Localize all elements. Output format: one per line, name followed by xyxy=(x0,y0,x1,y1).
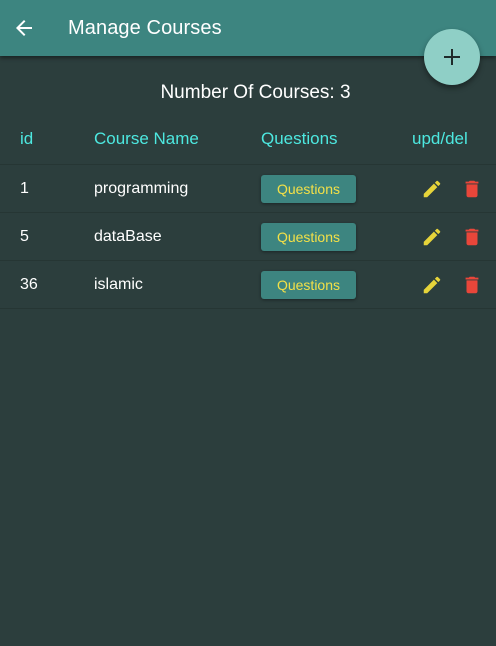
delete-button[interactable] xyxy=(460,177,484,201)
table-header: id Course Name Questions upd/del xyxy=(0,118,496,165)
delete-button[interactable] xyxy=(460,225,484,249)
course-id: 36 xyxy=(20,276,38,293)
pencil-icon xyxy=(423,180,441,198)
trash-icon xyxy=(465,276,479,294)
plus-icon xyxy=(444,49,460,65)
questions-button[interactable]: Questions xyxy=(261,271,356,299)
edit-button[interactable] xyxy=(420,273,444,297)
header-questions: Questions xyxy=(261,129,338,148)
table-row: 1 programming Questions xyxy=(0,165,496,213)
header-actions: upd/del xyxy=(412,129,468,148)
trash-icon xyxy=(465,228,479,246)
arrow-back-icon xyxy=(16,20,32,36)
course-name: programming xyxy=(94,180,189,197)
app-bar: Manage Courses xyxy=(0,0,496,56)
course-count: Number Of Courses: 3 xyxy=(160,82,351,103)
pencil-icon xyxy=(423,228,441,246)
edit-button[interactable] xyxy=(420,177,444,201)
header-id: id xyxy=(20,129,34,148)
course-id: 5 xyxy=(20,228,29,245)
courses-table: id Course Name Questions upd/del 1 progr… xyxy=(0,118,496,309)
course-name: islamic xyxy=(94,276,143,293)
page-title: Manage Courses xyxy=(68,17,222,39)
table-row: 36 islamic Questions xyxy=(0,261,496,309)
header-course-name: Course Name xyxy=(94,129,199,148)
questions-button[interactable]: Questions xyxy=(261,175,356,203)
course-name: dataBase xyxy=(94,228,162,245)
pencil-icon xyxy=(423,276,441,294)
add-course-button[interactable] xyxy=(424,29,480,85)
trash-icon xyxy=(465,180,479,198)
back-button[interactable] xyxy=(12,16,36,40)
edit-button[interactable] xyxy=(420,225,444,249)
questions-button[interactable]: Questions xyxy=(261,223,356,251)
table-row: 5 dataBase Questions xyxy=(0,213,496,261)
delete-button[interactable] xyxy=(460,273,484,297)
course-id: 1 xyxy=(20,180,29,197)
